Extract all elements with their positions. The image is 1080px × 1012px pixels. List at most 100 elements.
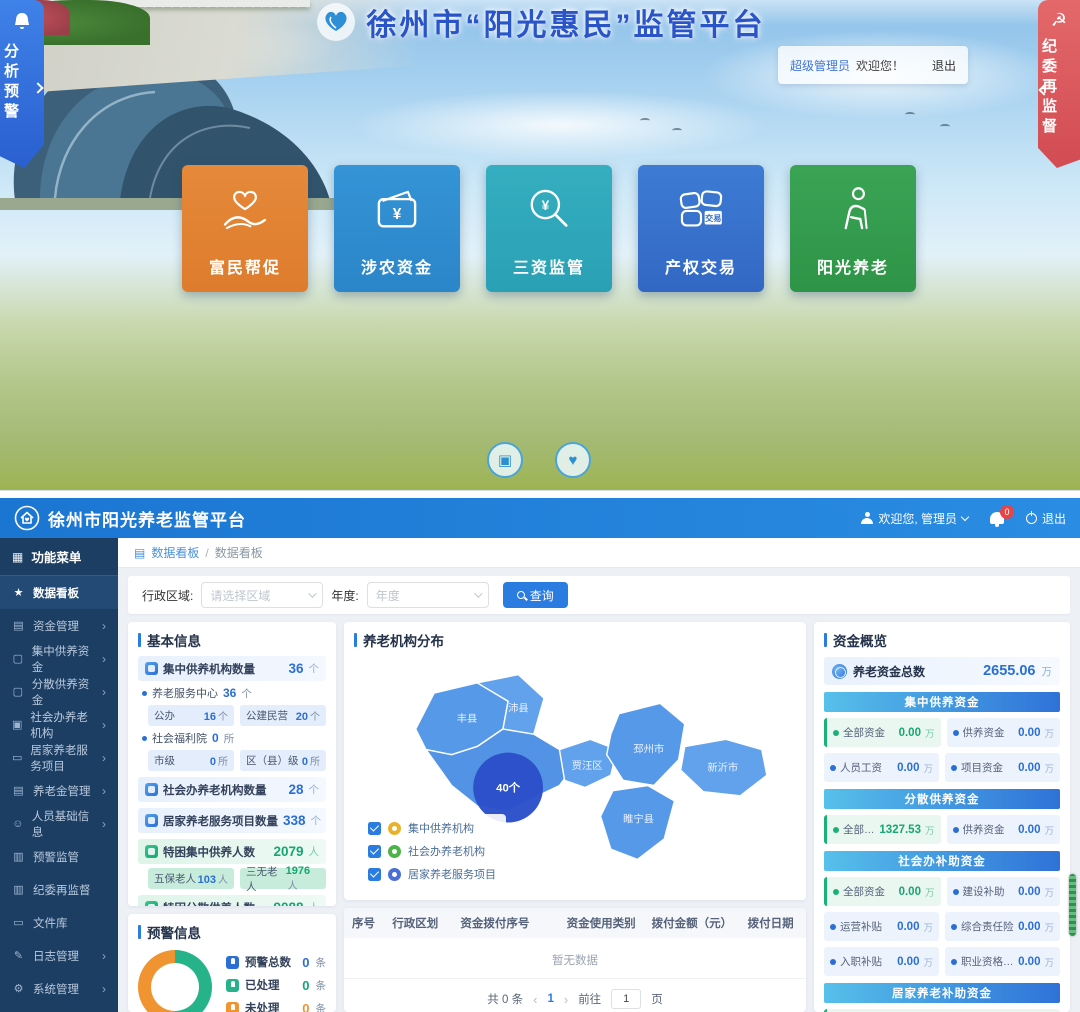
notification-bell[interactable]: 0 (990, 512, 1004, 524)
sidebar-item-discipline-supervision[interactable]: ▥ 纪委再监督 (0, 873, 118, 906)
sidebar: ▦ 功能菜单 ★ 数据看板 ▤ 资金管理 › ▢ 集中供养资金 › ▢ 分散供养… (0, 538, 118, 1012)
chips-welfare-homes: 市级 0所 区（县）级 0所 (138, 750, 326, 771)
sidebar-item-pension-management[interactable]: ▤ 养老金管理 › (0, 774, 118, 807)
chip-public: 公办 16个 (148, 705, 234, 726)
region-placeholder: 请选择区域 (210, 587, 270, 604)
warning-handled: 已处理 0 条 (226, 977, 326, 993)
sidebar-item-log-management[interactable]: ✎ 日志管理 › (0, 939, 118, 972)
funds-overview-panel: 资金概览 养老资金总数 2655.06 万 集中供养资金 全部资金0.00万 供… (814, 622, 1070, 1012)
id-card-icon: ▣ (498, 451, 512, 469)
sidebar-item-fund-management[interactable]: ▤ 资金管理 › (0, 609, 118, 642)
sidebar-item-system-management[interactable]: ⚙ 系统管理 › (0, 972, 118, 1005)
bell-icon (12, 12, 32, 30)
fund-stat: 人员工资0.00万 (824, 753, 939, 782)
checkbox-social-institutions[interactable]: 社会办养老机构 (368, 843, 496, 859)
sidebar-item-decentralized-fund[interactable]: ▢ 分散供养资金 › (0, 675, 118, 708)
notification-badge: 0 (1000, 505, 1014, 519)
checkbox-home-care-projects[interactable]: 居家养老服务项目 (368, 866, 496, 882)
logout-button[interactable]: 退出 (1026, 510, 1066, 527)
svg-text:交易: 交易 (705, 212, 721, 222)
goto-label: 前往 (578, 991, 601, 1007)
total-count: 共 0 条 (487, 991, 523, 1007)
warning-stats: 预警总数 0 条 已处理 0 条 (226, 954, 326, 1012)
sidebar-item-warning-supervision[interactable]: ▥ 预警监管 (0, 840, 118, 873)
platform-logo-icon (315, 1, 357, 43)
svg-text:邳州市: 邳州市 (633, 743, 664, 756)
screen-icon: ▭ (12, 751, 22, 764)
alert-icon (226, 1002, 239, 1012)
breadcrumb-root[interactable]: 数据看板 (151, 544, 199, 561)
id-card-button[interactable]: ▣ (487, 442, 523, 478)
sidebar-item-file-library[interactable]: ▭ 文件库 (0, 906, 118, 939)
checkbox-centralized-institutions[interactable]: 集中供养机构 (368, 820, 496, 836)
magnifier-yuan-icon: ¥ (520, 165, 578, 254)
panel-title: 资金概览 (824, 630, 1060, 650)
svg-text:¥: ¥ (542, 198, 550, 213)
scrollbar-thumb[interactable] (1069, 874, 1076, 936)
region-select[interactable]: 请选择区域 (201, 582, 323, 608)
section-header-social-subsidy: 社会办补助资金 (824, 851, 1060, 871)
table-empty-state: 暂无数据 (344, 938, 806, 979)
green-marker-icon (388, 845, 401, 858)
fund-stat: 供养资金0.00万 (947, 815, 1061, 844)
doc-badge-icon (145, 783, 158, 796)
prev-page-button[interactable]: ‹ (533, 992, 537, 1007)
bird-decoration (672, 128, 682, 133)
sidebar-item-centralized-fund[interactable]: ▢ 集中供养资金 › (0, 642, 118, 675)
substat-service-centers: 养老服务中心 36 个 (138, 685, 326, 701)
folder-icon: ▢ (12, 652, 24, 665)
chevron-down-icon (474, 589, 482, 597)
sidebar-item-data-board[interactable]: ★ 数据看板 (0, 576, 118, 609)
tile-fumin-bangcu[interactable]: 富民帮促 (182, 165, 308, 292)
sidebar-item-personnel-info[interactable]: ☺ 人员基础信息 › (0, 807, 118, 840)
elder-person-icon (824, 165, 882, 254)
year-select[interactable]: 年度 (367, 582, 489, 608)
stat-centralized-institutions: 集中供养机构数量 36 个 (138, 656, 326, 681)
fund-stat: 职业资格补贴0.00万 (945, 947, 1060, 976)
year-placeholder: 年度 (376, 587, 400, 604)
search-button[interactable]: 查询 (503, 582, 568, 608)
institution-map-panel: 养老机构分布 (344, 622, 806, 900)
chevron-right-icon: › (102, 718, 106, 732)
main-content: ▤ 数据看板 / 数据看板 行政区域: 请选择区域 年度: 年度 查询 (118, 538, 1080, 1012)
page-number[interactable]: 1 (547, 993, 553, 1005)
monitor-icon: ▥ (12, 883, 25, 896)
analysis-warning-ribbon[interactable]: 分析预警 (0, 0, 44, 168)
sidebar-item-home-care-projects[interactable]: ▭ 居家养老服务项目 › (0, 741, 118, 774)
chips-service-centers: 公办 16个 公建民营 20个 (138, 705, 326, 726)
next-page-button[interactable]: › (564, 992, 568, 1007)
sidebar-item-social-institutions[interactable]: ▣ 社会办养老机构 › (0, 708, 118, 741)
pencil-icon: ✎ (12, 949, 25, 962)
svg-text:新沂市: 新沂市 (707, 761, 738, 774)
chevron-right-icon: › (102, 784, 106, 798)
year-filter-label: 年度: (331, 587, 358, 604)
tile-yangguang-yanglao[interactable]: 阳光养老 (790, 165, 916, 292)
tile-chanquan-jiaoyi[interactable]: 交易 产权交易 (638, 165, 764, 292)
fund-allocation-table: 序号 行政区划 资金拨付序号 资金使用类别 拨付金额（元） 拨付日期 暂无数据 … (344, 908, 806, 1012)
chevron-right-icon: › (102, 817, 106, 831)
tile-sanzi-jianguan[interactable]: ¥ 三资监管 (486, 165, 612, 292)
stat-home-care-projects: 居家养老服务项目数量 338 个 (138, 808, 326, 833)
gear-icon: ⚙ (12, 982, 25, 995)
chevron-right-icon: › (102, 751, 106, 765)
warning-unhandled: 未处理 0 条 (226, 1000, 326, 1012)
trade-blocks-icon: 交易 (672, 165, 730, 254)
svg-text:沛县: 沛县 (508, 702, 529, 715)
folder-icon: ▢ (12, 685, 24, 698)
doc-badge-icon (145, 662, 158, 675)
region-filter-label: 行政区域: (142, 587, 193, 604)
discipline-supervision-ribbon[interactable]: ☭ 纪委再监督 (1038, 0, 1080, 168)
tile-shenong-zijin[interactable]: ¥ 涉农资金 (334, 165, 460, 292)
heart-care-button[interactable]: ♥ (555, 442, 591, 478)
checkbox-checked-icon (368, 868, 381, 881)
map-layer-checkboxes: 集中供养机构 社会办养老机构 居家养老服务项目 (358, 814, 506, 888)
user-menu[interactable]: 欢迎您, 管理员 (861, 510, 968, 527)
doc-badge-icon (145, 901, 158, 906)
svg-text:40个: 40个 (496, 781, 521, 795)
dashboard-navbar: 徐州市阳光养老监管平台 欢迎您, 管理员 0 退出 (0, 498, 1080, 538)
goto-page-input[interactable] (611, 989, 641, 1009)
page-unit: 页 (651, 991, 663, 1007)
logout-link[interactable]: 退出 (932, 57, 956, 74)
fund-stat: 项目资金0.00万 (945, 753, 1060, 782)
org-icon: ▣ (12, 718, 22, 731)
